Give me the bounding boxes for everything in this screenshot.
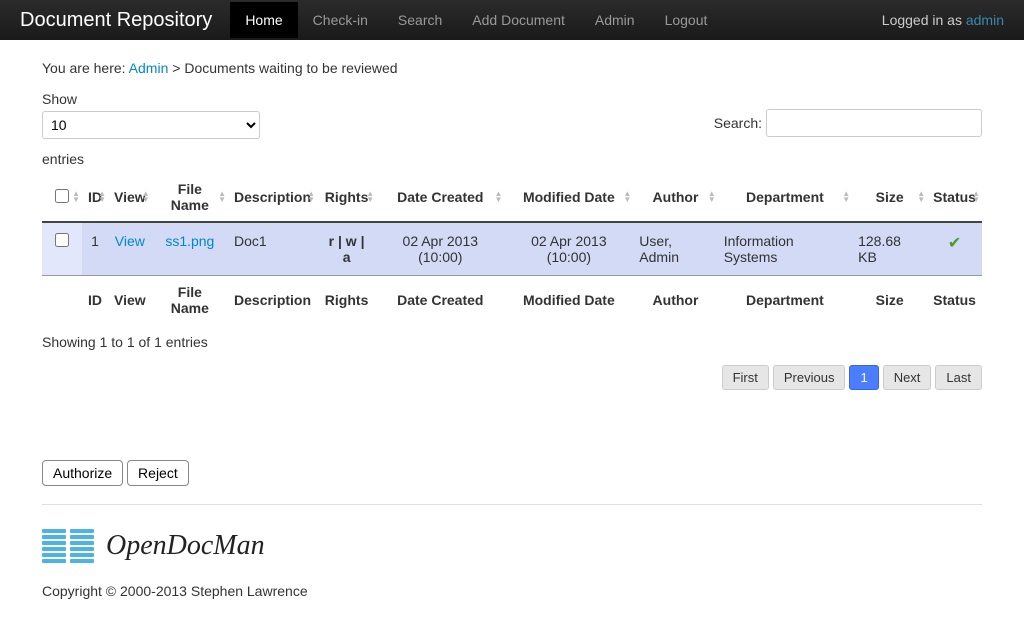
sort-icon[interactable]: ▲▼ (142, 191, 150, 203)
col-department: Department▲▼ (718, 173, 852, 222)
show-entries-select[interactable]: 10 (42, 111, 260, 139)
brand: Document Repository (20, 9, 212, 32)
cell-date-created: 02 Apr 2013 (10:00) (376, 222, 504, 276)
pager-page-1[interactable]: 1 (849, 365, 878, 390)
col-file-name: File Name▲▼ (152, 173, 228, 222)
pager-first[interactable]: First (722, 365, 769, 390)
col-status: Status▲▼ (927, 173, 982, 222)
search-label: Search: (714, 115, 762, 131)
cell-modified-date: 02 Apr 2013 (10:00) (504, 222, 633, 276)
pager-next[interactable]: Next (883, 365, 932, 390)
cell-rights: r | w | a (317, 222, 376, 276)
cell-size: 128.68 KB (852, 222, 927, 276)
pager-prev[interactable]: Previous (773, 365, 846, 390)
cell-id: 1 (82, 222, 108, 276)
sort-icon[interactable]: ▲▼ (72, 191, 80, 203)
nav-add-document[interactable]: Add Document (457, 2, 580, 38)
table-row[interactable]: 1 View ss1.png Doc1 r | w | a 02 Apr 201… (42, 222, 982, 276)
pager-last[interactable]: Last (935, 365, 982, 390)
sort-icon[interactable]: ▲▼ (972, 191, 980, 203)
sort-icon[interactable]: ▲▼ (917, 191, 925, 203)
nav-search[interactable]: Search (383, 2, 457, 38)
sort-icon[interactable]: ▲▼ (708, 191, 716, 203)
select-all-checkbox[interactable] (55, 189, 69, 203)
login-status: Logged in as admin (882, 12, 1004, 28)
sort-icon[interactable]: ▲▼ (98, 191, 106, 203)
nav-admin[interactable]: Admin (580, 2, 650, 38)
check-icon: ✔ (948, 235, 961, 252)
col-id: ID▲▼ (82, 173, 108, 222)
file-name-link[interactable]: ss1.png (165, 233, 214, 249)
navbar: Document Repository Home Check-in Search… (0, 0, 1024, 40)
entries-label: entries (42, 151, 982, 167)
col-size: Size▲▼ (852, 173, 927, 222)
current-user-link[interactable]: admin (966, 12, 1004, 28)
search-input[interactable] (766, 109, 982, 137)
product-name: OpenDocMan (106, 530, 265, 562)
breadcrumb-current: Documents waiting to be reviewed (184, 60, 397, 76)
col-modified-date: Modified Date▲▼ (504, 173, 633, 222)
col-author: Author▲▼ (633, 173, 717, 222)
col-description: Description▲▼ (228, 173, 317, 222)
nav-logout[interactable]: Logout (650, 2, 723, 38)
nav-home[interactable]: Home (230, 2, 297, 38)
col-rights: Rights▲▼ (317, 173, 376, 222)
sort-icon[interactable]: ▲▼ (495, 191, 503, 203)
sort-icon[interactable]: ▲▼ (366, 191, 374, 203)
cell-description: Doc1 (228, 222, 317, 276)
cell-author: User, Admin (633, 222, 717, 276)
col-view: View▲▼ (108, 173, 152, 222)
copyright: Copyright © 2000-2013 Stephen Lawrence (42, 583, 982, 599)
show-label: Show (42, 91, 260, 107)
col-date-created: Date Created▲▼ (376, 173, 504, 222)
product-logo: OpenDocMan (42, 529, 982, 563)
breadcrumb: You are here: Admin > Documents waiting … (42, 60, 982, 76)
table-info: Showing 1 to 1 of 1 entries (42, 334, 982, 350)
sort-icon[interactable]: ▲▼ (623, 191, 631, 203)
authorize-button[interactable]: Authorize (42, 460, 123, 486)
sort-icon[interactable]: ▲▼ (307, 191, 315, 203)
cell-department: Information Systems (718, 222, 852, 276)
nav-checkin[interactable]: Check-in (298, 2, 383, 38)
pager: First Previous 1 Next Last (42, 365, 982, 390)
documents-table: ▲▼ ID▲▼ View▲▼ File Name▲▼ Description▲▼… (42, 173, 982, 324)
breadcrumb-admin-link[interactable]: Admin (129, 60, 169, 76)
logo-icon (42, 529, 94, 563)
row-checkbox[interactable] (55, 233, 69, 247)
sort-icon[interactable]: ▲▼ (842, 191, 850, 203)
sort-icon[interactable]: ▲▼ (218, 191, 226, 203)
reject-button[interactable]: Reject (127, 460, 189, 486)
view-link[interactable]: View (115, 233, 145, 249)
